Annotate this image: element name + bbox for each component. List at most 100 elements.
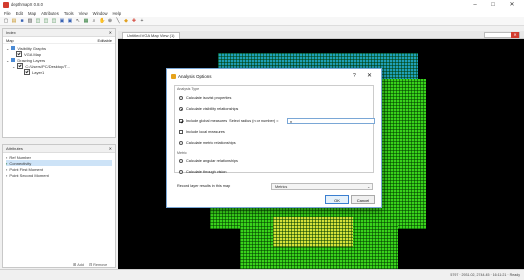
plus-icon[interactable]: + bbox=[139, 18, 145, 24]
pan-icon[interactable]: ✋ bbox=[99, 18, 105, 24]
attributes-panel-header: Attributes ✕ bbox=[3, 145, 115, 153]
menu-tools[interactable]: Tools bbox=[64, 11, 74, 16]
map-view-tab[interactable]: Untitled:VGA Map View (1) bbox=[122, 32, 180, 39]
menu-view[interactable]: View bbox=[79, 11, 88, 16]
column-map: Map bbox=[6, 37, 14, 43]
option-metric[interactable]: Calculate metric relationships bbox=[179, 141, 236, 145]
panel-close-icon[interactable]: ✕ bbox=[109, 146, 112, 151]
radio-isovist[interactable] bbox=[179, 96, 183, 100]
line-icon[interactable]: ╲ bbox=[115, 18, 121, 24]
help-button[interactable]: ? bbox=[353, 73, 356, 79]
menu-help[interactable]: Help bbox=[113, 11, 122, 16]
close-button[interactable]: ✕ bbox=[503, 1, 521, 9]
attributes-panel: Attributes ✕ ▪ Ref Number ▪ Connectivity… bbox=[2, 144, 116, 268]
index-tree: ⌄ Visibility Graphs VGA Map ⌄ Drawing La… bbox=[3, 44, 115, 76]
analysis-options-dialog: Analysis Options ? ✕ Analysis Type Calcu… bbox=[166, 68, 382, 208]
attributes-panel-title: Attributes bbox=[6, 146, 23, 151]
radio-through-vision[interactable] bbox=[179, 170, 183, 174]
maximize-button[interactable]: □ bbox=[484, 1, 502, 9]
status-text: 5797 · 2931.02, 2744.45 · 16:11:21 · Rea… bbox=[450, 273, 520, 277]
attributes-list: ▪ Ref Number ▪ Connectivity ▪ Point Firs… bbox=[3, 153, 115, 179]
tree-item-layer1[interactable]: Layer1 bbox=[6, 69, 112, 75]
attribute-point-second-moment[interactable]: ▪ Point Second Moment bbox=[6, 172, 112, 178]
chevron-down-icon[interactable]: ⌄ bbox=[367, 183, 370, 190]
dialog-close-button[interactable]: ✕ bbox=[367, 72, 372, 79]
option-angular[interactable]: Calculate angular relationships bbox=[179, 159, 238, 163]
menu-attributes[interactable]: Attributes bbox=[41, 11, 59, 16]
attribute-icon: ▪ bbox=[6, 172, 8, 178]
menu-bar: File Edit Map Attributes Tools View Wind… bbox=[0, 10, 524, 17]
option-isovist[interactable]: Calculate isovist properties bbox=[179, 96, 231, 100]
save-icon[interactable]: ■ bbox=[19, 18, 25, 24]
radio-visibility[interactable] bbox=[179, 107, 183, 111]
menu-edit[interactable]: Edit bbox=[16, 11, 23, 16]
index-columns: Map Editable bbox=[3, 37, 115, 44]
checkbox[interactable] bbox=[24, 69, 30, 75]
fill-icon[interactable]: ◆ bbox=[123, 18, 129, 24]
map-tab-controls: ✕ bbox=[484, 32, 520, 38]
toolbar: ▢ ▤ ■ ▥ ◫ ◫ ◫ ▣ ▣ ↖ ▦ ⌕ ✋ ⊕ ╲ ◆ ✚ + bbox=[0, 17, 524, 26]
chart-icon[interactable]: ◫ bbox=[35, 18, 41, 24]
option-global-measures[interactable]: Include global measures Select radius (n… bbox=[179, 119, 278, 123]
dialog-title: Analysis Options bbox=[178, 74, 212, 79]
menu-file[interactable]: File bbox=[4, 11, 11, 16]
remove-icon: ⊟ bbox=[88, 263, 93, 267]
add-icon: ⊞ bbox=[73, 263, 77, 267]
chart-icon[interactable]: ◫ bbox=[51, 18, 57, 24]
index-panel-header: Index ✕ bbox=[3, 29, 115, 37]
layer-label: Record layer results in this map bbox=[177, 184, 231, 188]
image-icon[interactable]: ▣ bbox=[67, 18, 73, 24]
analysis-type-label: Analysis Type bbox=[177, 87, 200, 91]
folder-icon bbox=[11, 46, 16, 50]
folder-icon bbox=[11, 58, 16, 62]
expand-icon[interactable]: ⌄ bbox=[6, 58, 9, 63]
layer-select[interactable]: Metrics bbox=[271, 183, 373, 190]
menu-window[interactable]: Window bbox=[93, 11, 108, 16]
attribute-icon: ▪ bbox=[6, 166, 8, 172]
map-close-icon[interactable]: ✕ bbox=[511, 32, 519, 38]
window-title: depthmapX 0.8.0 bbox=[11, 2, 43, 7]
vga-region bbox=[273, 217, 353, 247]
index-panel: Index ✕ Map Editable ⌄ Visibility Graphs… bbox=[2, 28, 116, 138]
metric-section-label: Metric bbox=[177, 151, 187, 155]
status-bar bbox=[0, 269, 524, 280]
index-panel-title: Index bbox=[6, 30, 16, 35]
local-measures-checkbox[interactable] bbox=[179, 130, 183, 134]
ok-button[interactable]: OK bbox=[325, 195, 349, 204]
axial-icon[interactable]: ✚ bbox=[131, 18, 137, 24]
chart-icon[interactable]: ◫ bbox=[43, 18, 49, 24]
new-file-icon[interactable]: ▢ bbox=[3, 18, 9, 24]
checkbox[interactable] bbox=[16, 51, 22, 57]
panel-close-icon[interactable]: ✕ bbox=[109, 30, 112, 35]
option-through-vision[interactable]: Calculate through vision bbox=[179, 170, 227, 174]
radius-label: Select radius (n or number) = bbox=[229, 119, 279, 123]
attributes-footer: ⊞ Add ⊟ Remove bbox=[73, 262, 107, 268]
add-attribute-button[interactable]: Add bbox=[77, 263, 84, 267]
attribute-icon: ▪ bbox=[6, 160, 8, 166]
radius-input[interactable]: n bbox=[287, 118, 375, 124]
open-folder-icon[interactable]: ▤ bbox=[11, 18, 17, 24]
radio-metric[interactable] bbox=[179, 141, 183, 145]
select-arrow-icon[interactable]: ↖ bbox=[75, 18, 81, 24]
radio-angular[interactable] bbox=[179, 159, 183, 163]
expand-icon[interactable]: ⌄ bbox=[6, 46, 9, 51]
dialog-app-icon bbox=[171, 74, 176, 79]
expand-icon[interactable]: ⌄ bbox=[12, 64, 15, 69]
minimize-button[interactable]: – bbox=[466, 1, 484, 9]
option-local-measures[interactable]: Include local measures bbox=[179, 130, 225, 134]
print-icon[interactable]: ▥ bbox=[27, 18, 33, 24]
zoom-icon[interactable]: ⊕ bbox=[107, 18, 113, 24]
remove-attribute-button[interactable]: Remove bbox=[93, 263, 107, 267]
option-visibility[interactable]: Calculate visibility relationships bbox=[179, 107, 238, 111]
attribute-icon: ▪ bbox=[6, 154, 8, 160]
app-icon bbox=[3, 2, 9, 8]
column-editable: Editable bbox=[97, 37, 112, 43]
grid-icon[interactable]: ▦ bbox=[83, 18, 89, 24]
binoculars-icon[interactable]: ⌕ bbox=[91, 18, 97, 24]
global-measures-checkbox[interactable] bbox=[179, 119, 183, 123]
cancel-button[interactable]: Cancel bbox=[351, 195, 375, 204]
image-icon[interactable]: ▣ bbox=[59, 18, 65, 24]
title-bar bbox=[0, 0, 524, 10]
checkbox[interactable] bbox=[17, 63, 24, 69]
menu-map[interactable]: Map bbox=[28, 11, 36, 16]
